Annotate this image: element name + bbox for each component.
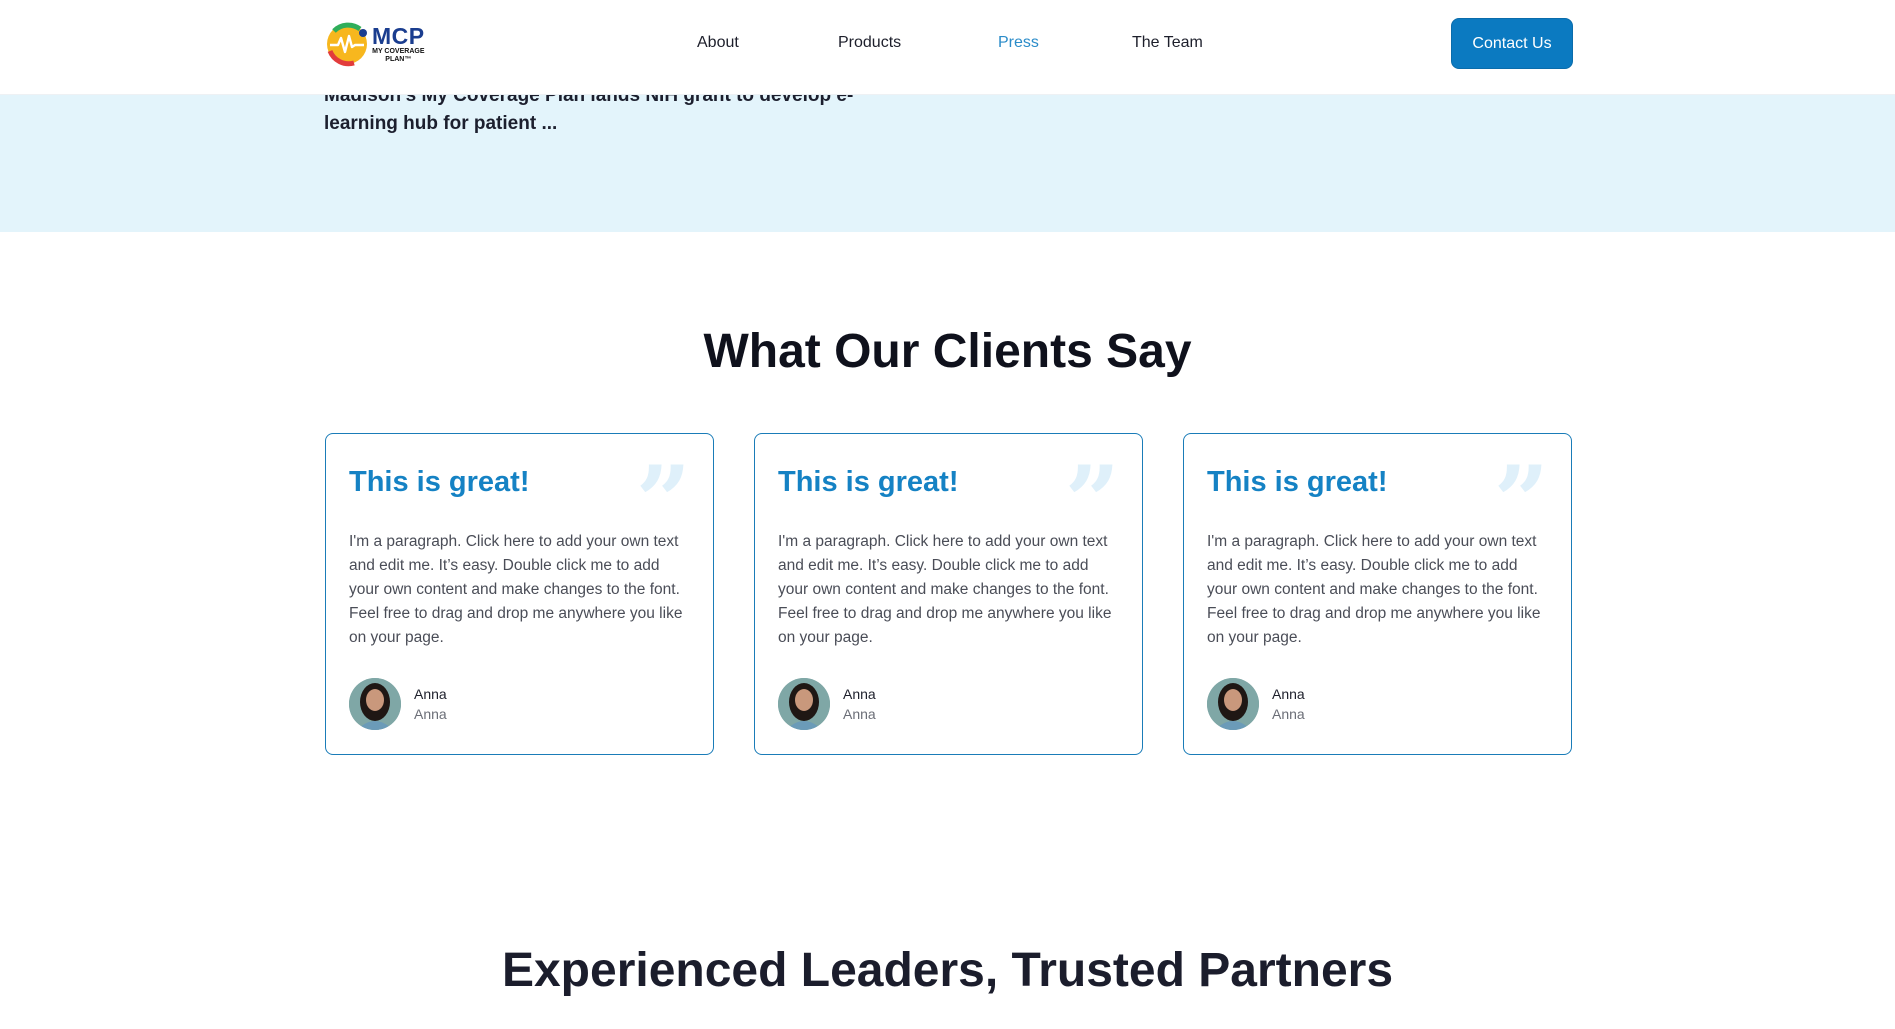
author-name: Anna — [1272, 686, 1305, 702]
card-text: I'm a paragraph. Click here to add your … — [778, 533, 1112, 646]
nav-the-team[interactable]: The Team — [1132, 34, 1203, 52]
card-title: This is great! — [1207, 466, 1388, 498]
avatar — [778, 678, 830, 730]
contact-us-button[interactable]: Contact Us — [1451, 18, 1573, 69]
leaders-heading: Experienced Leaders, Trusted Partners — [501, 944, 1394, 997]
avatar-photo — [1207, 678, 1259, 730]
site-logo[interactable]: MCP MY COVERAGE PLAN™ — [324, 20, 436, 68]
author-name: Anna — [414, 686, 447, 702]
author-role: Anna — [1272, 706, 1305, 722]
card-text: I'm a paragraph. Click here to add your … — [1207, 533, 1541, 646]
testimonial-card: This is great! ” I'm a paragraph. Click … — [1183, 433, 1572, 755]
testimonials-heading: What Our Clients Say — [703, 325, 1192, 378]
avatar-photo — [349, 678, 401, 730]
logo-subtitle-2: PLAN™ — [385, 55, 412, 63]
site-header: MCP MY COVERAGE PLAN™ About Products Pre… — [0, 0, 1895, 95]
nav-about[interactable]: About — [697, 34, 739, 52]
card-title: This is great! — [778, 466, 959, 498]
avatar-photo — [778, 678, 830, 730]
testimonial-card: This is great! ” I'm a paragraph. Click … — [754, 433, 1143, 755]
logo-heartbeat-icon — [327, 22, 367, 67]
author-role: Anna — [843, 706, 876, 722]
card-title: This is great! — [349, 466, 530, 498]
author-name: Anna — [843, 686, 876, 702]
card-text: I'm a paragraph. Click here to add your … — [349, 533, 683, 646]
nav-press[interactable]: Press — [998, 34, 1039, 52]
author-role: Anna — [414, 706, 447, 722]
logo-mcp-text: MCP — [372, 22, 425, 49]
testimonial-card: This is great! ” I'm a paragraph. Click … — [325, 433, 714, 755]
avatar — [349, 678, 401, 730]
logo-subtitle-1: MY COVERAGE — [372, 47, 425, 55]
avatar — [1207, 678, 1259, 730]
nav-products[interactable]: Products — [838, 34, 901, 52]
